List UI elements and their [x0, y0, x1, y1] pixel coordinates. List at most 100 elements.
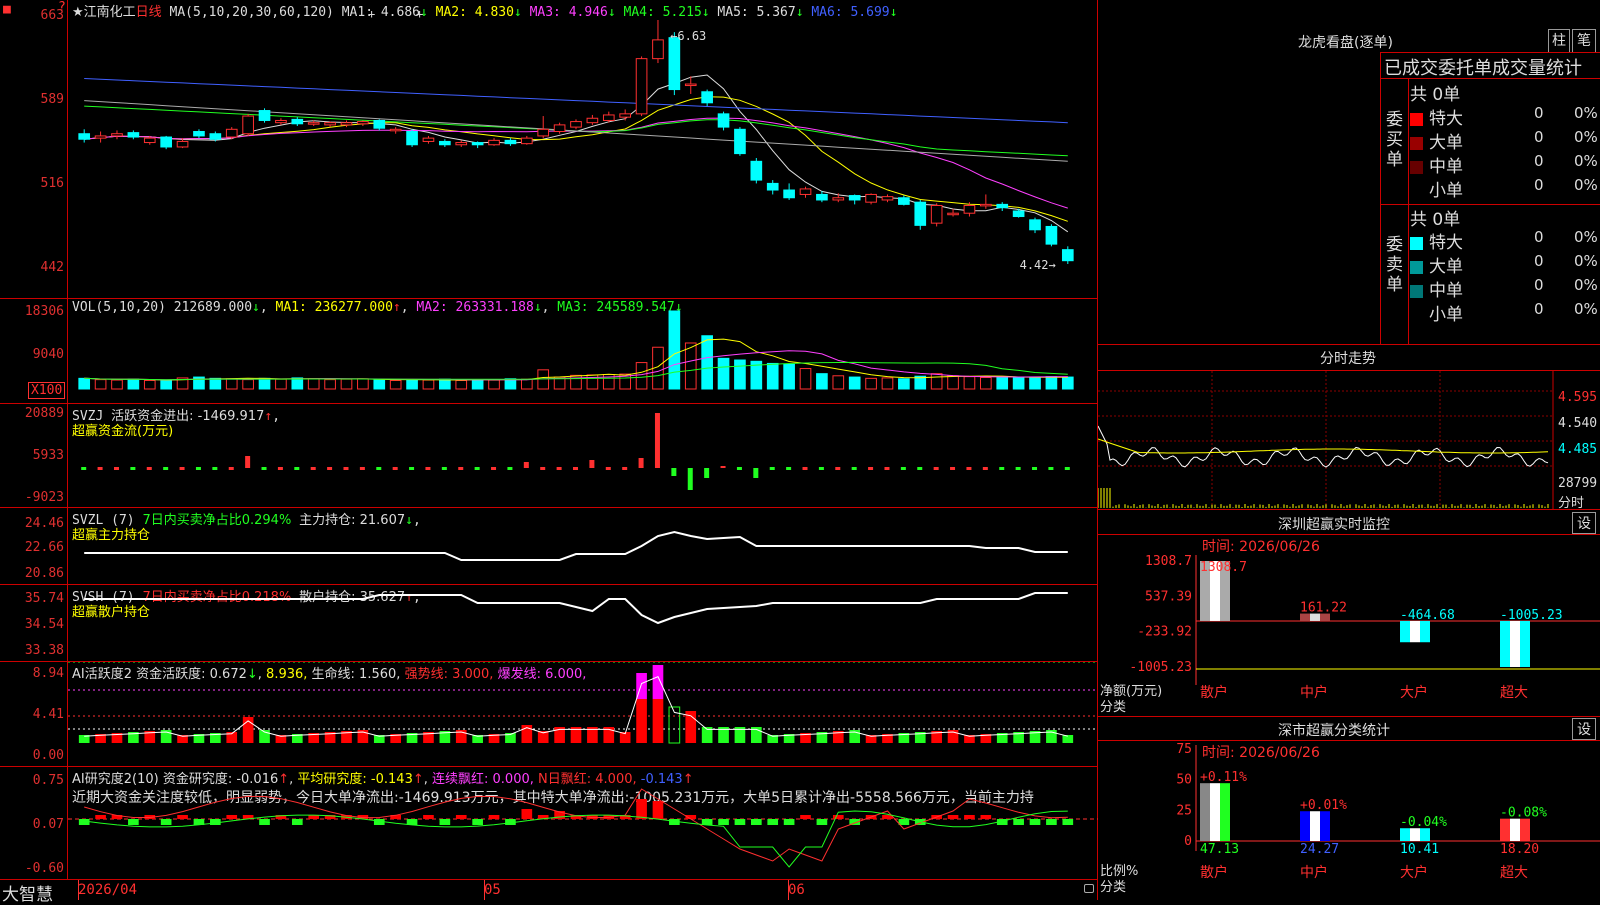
- flow-bar: [343, 467, 349, 470]
- y-tick: 20889: [24, 406, 64, 421]
- flow-bar: [704, 468, 710, 478]
- unit-badge[interactable]: X100: [28, 382, 66, 399]
- category-label: 大户: [1400, 864, 1428, 881]
- volume-bar: [635, 362, 648, 390]
- row-percent: 0%: [1574, 128, 1598, 146]
- volume-bar: [1061, 376, 1074, 390]
- flow-bar: [491, 467, 497, 470]
- volume-bar: [766, 362, 779, 390]
- candle-up: [176, 140, 189, 148]
- lock-icon[interactable]: [1084, 884, 1094, 893]
- candle-up: [455, 142, 468, 146]
- intraday-svg[interactable]: [1098, 371, 1600, 509]
- row-percent: 0%: [1574, 252, 1598, 270]
- divider: [1380, 52, 1381, 344]
- brand-logo[interactable]: 大智慧: [2, 880, 53, 905]
- research-bar: [128, 819, 139, 825]
- candle-down: [1029, 219, 1041, 231]
- chart-area[interactable]: ■ ? 663 589 516 442 ★江南化工日线 MA(5,10,20,3…: [0, 0, 1098, 905]
- flow-bar: [786, 467, 792, 470]
- dragon-title: 龙虎看盘(逐单): [1298, 35, 1393, 51]
- ai-research-pane[interactable]: 0.75 0.07 -0.60 AI研究度2(10) 资金研究度: -0.016…: [0, 767, 1098, 880]
- main-pane[interactable]: ■ ? 663 589 516 442 ★江南化工日线 MA(5,10,20,3…: [0, 0, 1098, 299]
- flow-bar: [376, 467, 382, 470]
- buy-row-1: 特大 0 0%: [1410, 104, 1600, 129]
- y-tick: -233.92: [1137, 625, 1192, 640]
- volume-bar: [898, 378, 910, 390]
- flow-bar: [228, 467, 234, 470]
- volume-pane[interactable]: 18306 9040 X100 VOL(5,10,20) 212689.000↓…: [0, 299, 1098, 404]
- svzj-pane[interactable]: 20889 5933 -9023 SVZJ 活跃资金进出: -1469.917↑…: [0, 404, 1098, 508]
- candle-up: [225, 128, 238, 138]
- research-bar: [521, 809, 533, 819]
- research-bar: [718, 819, 729, 825]
- corner-icon[interactable]: ■: [3, 2, 11, 17]
- volume-bar: [848, 376, 861, 390]
- research-bar: [1013, 819, 1024, 825]
- volume-bar: [78, 377, 91, 390]
- category-label: 散户: [1200, 684, 1228, 701]
- flow-bar: [1015, 467, 1021, 470]
- svzl-pane[interactable]: 24.46 22.66 20.86 SVZL (7) 7日内买卖净占比0.294…: [0, 508, 1098, 585]
- y-tick: 537.39: [1145, 589, 1192, 604]
- flow-bar: [573, 467, 578, 470]
- candle-down: [766, 182, 779, 191]
- candle-down: [717, 113, 730, 128]
- flow-bar: [359, 467, 365, 470]
- volume-bar: [94, 379, 107, 390]
- flow-bar: [277, 467, 283, 470]
- candle-up: [111, 133, 123, 137]
- research-bar: [636, 799, 647, 819]
- research-bar: [160, 819, 172, 825]
- x-axis-label: 2026/04: [78, 882, 138, 898]
- candle-down: [750, 160, 763, 181]
- candle-down: [471, 142, 484, 146]
- pct-value: 18.20: [1500, 842, 1539, 857]
- svsh-pane[interactable]: 35.74 34.54 33.38 SVSH (7) 7日内买卖净占比0.218…: [0, 585, 1098, 662]
- price-line: [1098, 425, 1549, 468]
- research-bar: [783, 819, 795, 825]
- y-tick: 33.38: [24, 643, 64, 658]
- candle-down: [78, 133, 91, 140]
- flow-bar: [917, 467, 923, 470]
- classify-settings-button[interactable]: 设: [1572, 718, 1596, 740]
- research-bar: [488, 815, 500, 819]
- net-bar-4: [1500, 620, 1530, 667]
- sell-row-3: 中单 0 0%: [1410, 276, 1600, 301]
- y-tick: 1308.7: [1145, 554, 1192, 569]
- flow-bar: [966, 467, 972, 470]
- row-label: 特大: [1429, 109, 1463, 129]
- buy-row-3: 中单 0 0%: [1410, 152, 1600, 177]
- svzj-svg: [81, 413, 1070, 490]
- flow-bar: [261, 467, 267, 470]
- research-bar: [980, 815, 992, 819]
- monitor-settings-button[interactable]: 设: [1572, 512, 1596, 534]
- flow-bar: [884, 467, 890, 470]
- y-tick: 75: [1176, 742, 1192, 757]
- y-tick: 8.94: [32, 666, 64, 681]
- bar-mode-button[interactable]: 柱: [1548, 29, 1570, 53]
- category-label: 中户: [1300, 864, 1328, 881]
- volume-bar: [111, 379, 123, 390]
- y-tick: 50: [1176, 773, 1192, 788]
- y-tick: 25: [1176, 803, 1192, 818]
- legend-swatch: [1410, 236, 1423, 250]
- row-volume: 0: [1534, 128, 1544, 146]
- candle-down: [209, 133, 222, 140]
- y-tick: 35.74: [24, 591, 64, 606]
- legend-swatch: [1410, 160, 1423, 174]
- candle-up: [143, 137, 156, 144]
- research-bar: [259, 819, 270, 825]
- y-tick: 18306: [24, 304, 64, 319]
- research-bar: [472, 819, 483, 825]
- flow-bar: [523, 462, 529, 468]
- research-bar: [291, 819, 303, 825]
- flow-bar: [294, 467, 300, 470]
- candle-up: [930, 204, 943, 224]
- sell-row-4: 小单 0 0%: [1410, 300, 1600, 325]
- tick-mode-button[interactable]: 笔: [1572, 29, 1596, 53]
- volume-bar: [504, 378, 517, 390]
- candle-down: [914, 201, 927, 226]
- ai-activity-pane[interactable]: 8.94 4.41 0.00 AI活跃度2 资金活跃度: 0.672↓, 8.9…: [0, 662, 1098, 767]
- holding-line: [84, 530, 1068, 561]
